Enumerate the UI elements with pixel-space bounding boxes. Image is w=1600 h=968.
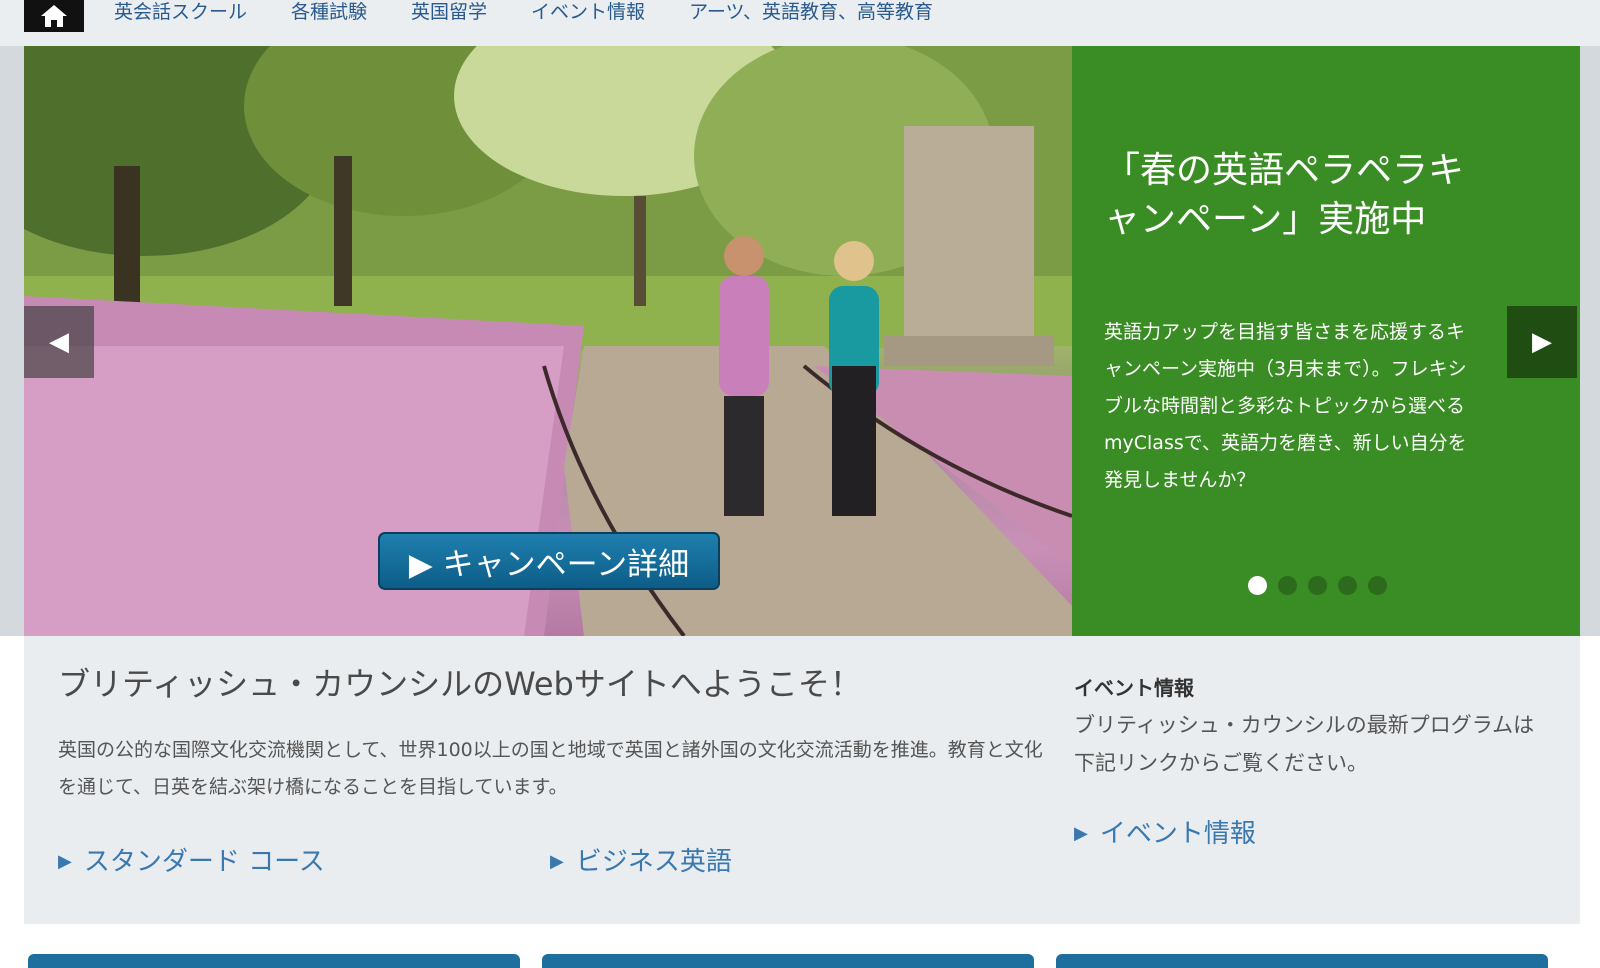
- chevron-right-icon: ▶: [1532, 327, 1552, 357]
- welcome-text: 英国の公的な国際文化交流機関として、世界100以上の国と地域で英国と諸外国の文化…: [58, 739, 1043, 798]
- event-heading: イベント情報: [1074, 676, 1194, 700]
- home-button[interactable]: [24, 0, 84, 32]
- standard-course-link[interactable]: ▶ スタンダード コース: [58, 846, 325, 881]
- campaign-description: 英語力アップを目指す皆さまを応援するキャンペーン実施中（3月末まで）。フレキシブ…: [1104, 321, 1467, 491]
- carousel-dot-2[interactable]: [1278, 576, 1297, 595]
- triangle-right-icon: ▶: [58, 851, 72, 872]
- chevron-left-icon: ◀: [49, 327, 69, 357]
- nav-item-study-uk[interactable]: 英国留学: [411, 0, 487, 24]
- campaign-panel: 「春の英語ペラペラキャンペーン」実施中 英語力アップを目指す皆さまを応援するキャ…: [1072, 46, 1580, 636]
- welcome-title: ブリティッシュ・カウンシルのWebサイトへようこそ！: [58, 665, 862, 703]
- carousel-dot-5[interactable]: [1368, 576, 1387, 595]
- business-english-label: ビジネス英語: [575, 847, 732, 877]
- bottom-tab-2[interactable]: [542, 954, 1034, 968]
- nav-item-eikaiwa[interactable]: 英会話スクール: [114, 0, 247, 24]
- event-info-link[interactable]: ▶ イベント情報: [1074, 818, 1256, 853]
- campaign-title: 「春の英語ペラペラキャンペーン」実施中: [1104, 150, 1465, 240]
- carousel-dots: [1248, 576, 1387, 595]
- bottom-tab-1[interactable]: [28, 954, 520, 968]
- top-nav: 英会話スクール 各種試験 英国留学 イベント情報 アーツ、英語教育、高等教育: [0, 0, 1600, 46]
- nav-item-events[interactable]: イベント情報: [531, 0, 645, 24]
- carousel-prev-button[interactable]: ◀: [24, 306, 94, 378]
- triangle-right-icon: ▶: [1074, 823, 1088, 844]
- triangle-right-icon: ▶: [550, 851, 564, 872]
- bottom-tab-3[interactable]: [1056, 954, 1548, 968]
- carousel-dot-4[interactable]: [1338, 576, 1357, 595]
- campaign-details-button[interactable]: ▶ キャンペーン詳細: [378, 532, 720, 590]
- nav-item-exams[interactable]: 各種試験: [291, 0, 367, 24]
- home-icon: [41, 5, 67, 27]
- welcome-section: ブリティッシュ・カウンシルのWebサイトへようこそ！ 英国の公的な国際文化交流機…: [24, 636, 1580, 924]
- event-text: ブリティッシュ・カウンシルの最新プログラムは下記リンクからご覧ください。: [1074, 713, 1535, 775]
- business-english-link[interactable]: ▶ ビジネス英語: [550, 846, 732, 881]
- carousel-next-button[interactable]: ▶: [1507, 306, 1577, 378]
- standard-course-label: スタンダード コース: [83, 847, 325, 877]
- nav-menu: 英会話スクール 各種試験 英国留学 イベント情報 アーツ、英語教育、高等教育: [114, 0, 933, 24]
- carousel-dot-1[interactable]: [1248, 576, 1267, 595]
- carousel-dot-3[interactable]: [1308, 576, 1327, 595]
- event-info-label: イベント情報: [1099, 819, 1256, 849]
- nav-item-arts-education[interactable]: アーツ、英語教育、高等教育: [689, 0, 933, 24]
